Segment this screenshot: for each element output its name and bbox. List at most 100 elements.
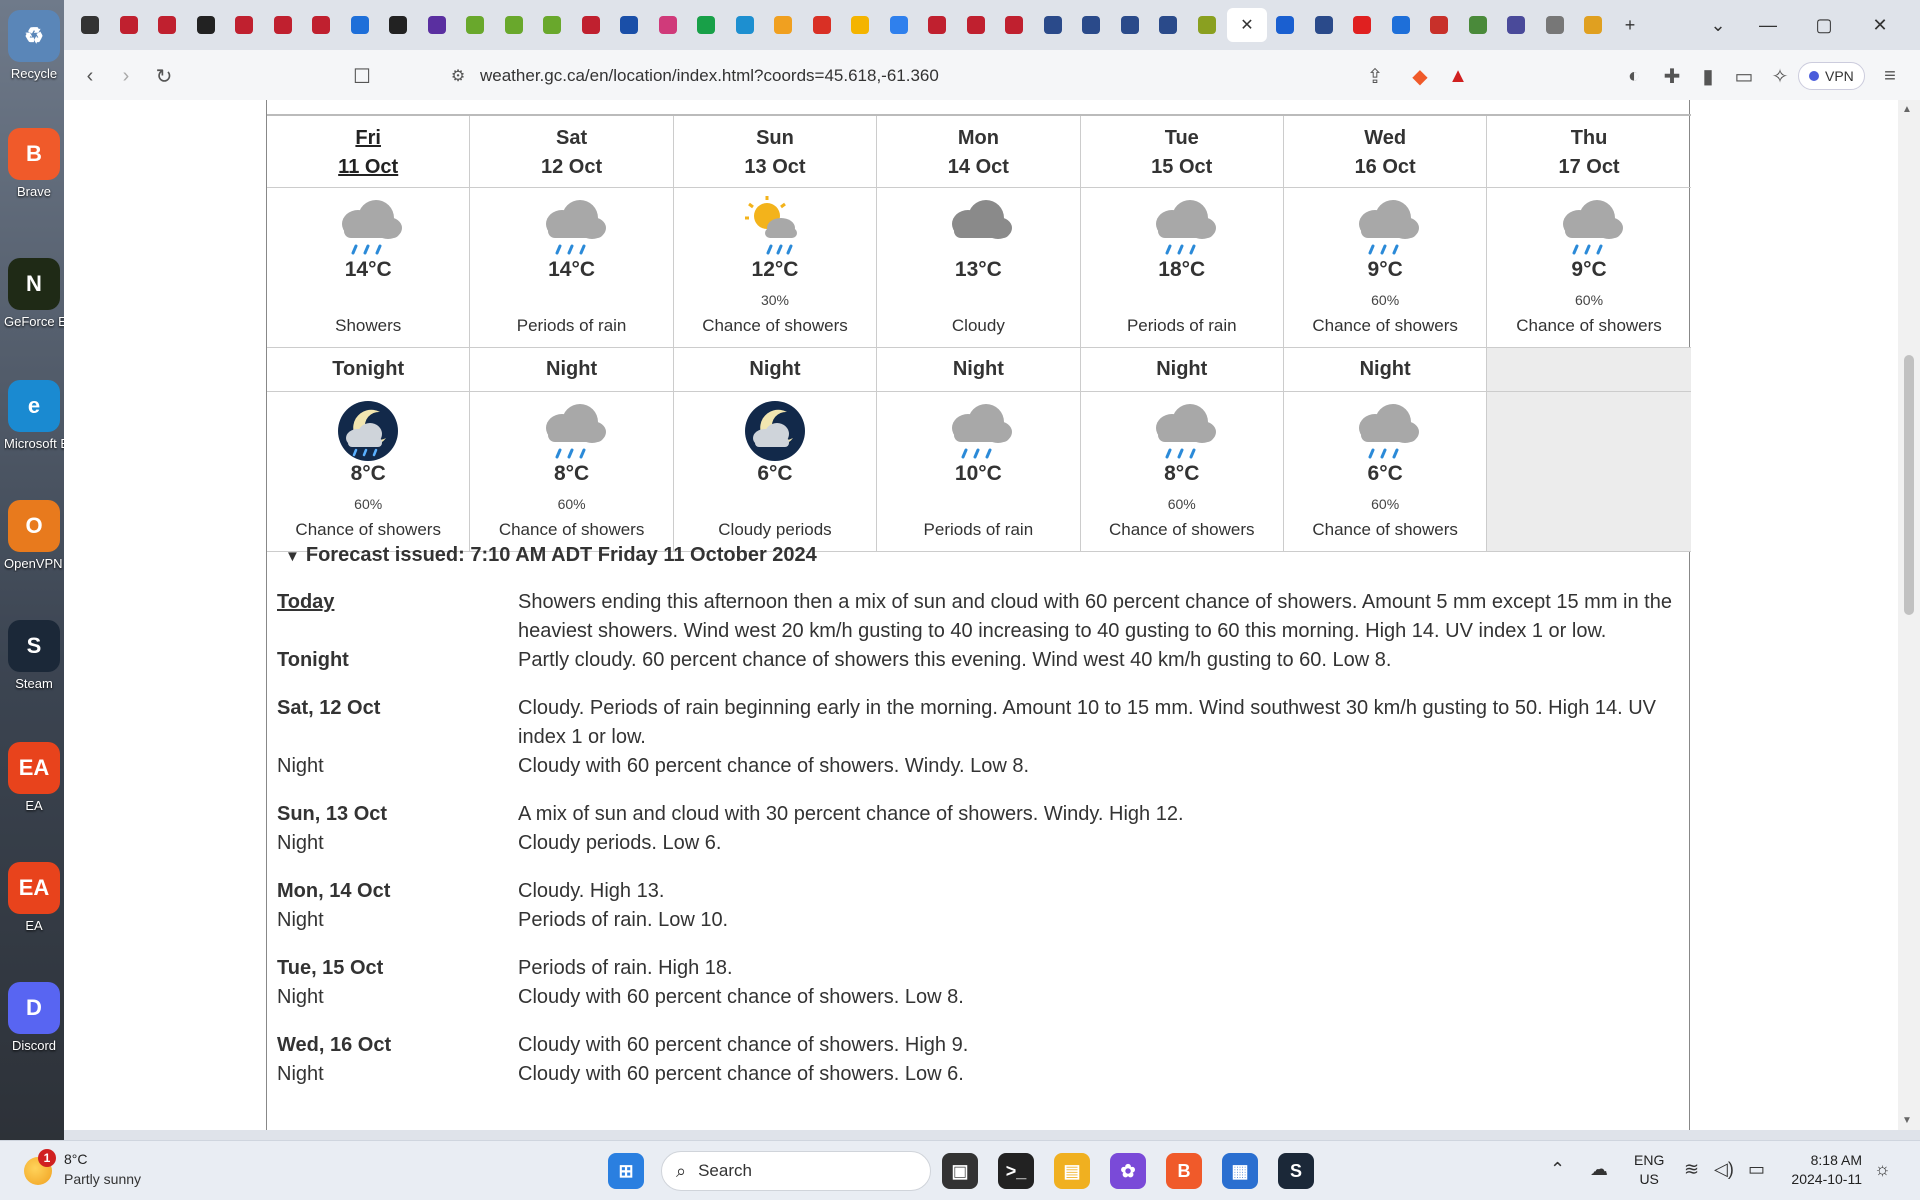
share-icon[interactable]: ⇪ [1361,62,1389,90]
leo-ai-icon[interactable]: ✧ [1766,62,1794,90]
browser-tab[interactable] [538,10,566,40]
tray-overflow-icon[interactable]: ⌃ [1550,1159,1565,1180]
forecast-issued-toggle[interactable]: ▼ Forecast issued: 7:10 AM ADT Friday 11 … [285,544,817,567]
tab-search-chevron-icon[interactable]: ⌄ [1698,10,1738,40]
vpn-button[interactable]: VPN [1798,62,1865,90]
active-tab[interactable]: ✕ [1227,8,1267,42]
close-window-button[interactable]: ✕ [1860,10,1900,40]
browser-tab[interactable] [577,10,605,40]
minimize-button[interactable]: — [1748,10,1788,40]
reload-button[interactable]: ↻ [150,62,178,90]
browser-tab[interactable] [269,10,297,40]
browser-tab[interactable] [692,10,720,40]
browser-tab[interactable] [192,10,220,40]
scroll-thumb[interactable] [1904,355,1914,615]
onedrive-icon[interactable]: ☁ [1590,1159,1608,1180]
desktop-icon[interactable]: e Microsoft Edge [4,380,64,452]
browser-tab[interactable] [1039,10,1067,40]
new-tab-button[interactable]: + [1610,10,1650,40]
browser-tab[interactable] [76,10,104,40]
browser-tab[interactable] [461,10,489,40]
page-scrollbar[interactable]: ▲ ▼ [1898,100,1920,1130]
browser-tab[interactable] [1464,10,1492,40]
browser-tab[interactable] [923,10,951,40]
address-bar[interactable]: ⚙ weather.gc.ca/en/location/index.html?c… [440,60,1560,92]
browser-tab[interactable] [115,10,143,40]
period-name: Night [277,755,324,777]
notepad-icon[interactable]: ▦ [1222,1153,1258,1189]
site-info-icon[interactable]: ⚙ [444,62,472,90]
desktop-icon[interactable]: D Discord [4,982,64,1054]
taskbar-weather-widget[interactable]: 1 8°C Partly sunny [24,1149,184,1193]
maximize-button[interactable]: ▢ [1804,10,1844,40]
browser-tab[interactable] [1271,10,1299,40]
browser-tab[interactable] [808,10,836,40]
close-tab-icon[interactable]: ✕ [1240,15,1253,35]
scroll-up-icon[interactable]: ▲ [1902,104,1912,115]
battery-icon[interactable]: ▭ [1748,1159,1765,1180]
system-clock[interactable]: 8:18 AM 2024-10-11 [1786,1151,1862,1189]
back-button[interactable]: ‹ [76,62,104,90]
forward-button[interactable]: › [112,62,140,90]
browser-tab[interactable] [885,10,913,40]
sidebar-icon[interactable]: ▮ [1694,62,1722,90]
desktop-icon[interactable]: B Brave [4,128,64,200]
desktop-icon[interactable]: S Steam [4,620,64,692]
browser-tab[interactable] [769,10,797,40]
desktop-icon[interactable]: N GeForce Experience [4,258,64,330]
volume-icon[interactable]: ◁) [1714,1159,1734,1180]
desktop-icon[interactable]: EA EA [4,862,64,934]
detail-period-row: Tue, 15 Oct Periods of rain. High 18. [277,954,1677,983]
task-view-icon[interactable]: ▣ [942,1153,978,1189]
browser-tab[interactable] [384,10,412,40]
today-link[interactable]: Today [277,588,518,646]
day-header-cell[interactable]: Fri 11 Oct [267,116,471,188]
notification-icon[interactable]: ☼ [1874,1159,1891,1180]
browser-tab[interactable] [1000,10,1028,40]
scroll-down-icon[interactable]: ▼ [1902,1115,1912,1126]
desktop-icon[interactable]: O OpenVPN GUI [4,500,64,572]
copilot-icon[interactable]: ✿ [1110,1153,1146,1189]
browser-tab[interactable] [962,10,990,40]
steam-taskbar-icon[interactable]: S [1278,1153,1314,1189]
brave-rewards-icon[interactable]: ▲ [1444,62,1472,90]
wallet-card-icon[interactable]: ▭ [1730,62,1758,90]
browser-tab[interactable] [1154,10,1182,40]
tab-favicon-icon [1584,16,1602,34]
browser-tab[interactable] [615,10,643,40]
browser-tab[interactable] [153,10,181,40]
desktop-icon[interactable]: ♻ Recycle [4,10,64,82]
start-button[interactable]: ⊞ [608,1153,644,1189]
extensions-icon[interactable]: ✚ [1658,62,1686,90]
browser-tab[interactable] [1579,10,1607,40]
browser-tab[interactable] [1502,10,1530,40]
bookmark-icon[interactable]: ☐ [348,62,376,90]
taskbar-search-box[interactable]: ⌕ Search [661,1151,931,1191]
browser-tab[interactable] [1387,10,1415,40]
browser-tab[interactable] [1348,10,1376,40]
menu-icon[interactable]: ≡ [1876,62,1904,90]
browser-tab[interactable] [1193,10,1221,40]
browser-tab[interactable] [731,10,759,40]
browser-tab[interactable] [346,10,374,40]
browser-tab[interactable] [1077,10,1105,40]
desktop-icon[interactable]: EA EA [4,742,64,814]
browser-tab[interactable] [423,10,451,40]
browser-tab[interactable] [1116,10,1144,40]
browser-tab[interactable] [846,10,874,40]
browser-tab[interactable] [1541,10,1569,40]
browser-tab[interactable] [654,10,682,40]
wallet-icon[interactable]: ◐ [1620,62,1648,90]
browser-tab[interactable] [500,10,528,40]
wifi-icon[interactable]: ≋ [1684,1159,1699,1180]
terminal-icon[interactable]: >_ [998,1153,1034,1189]
browser-tab[interactable] [230,10,258,40]
brave-shields-icon[interactable]: ◆ [1406,62,1434,90]
browser-tab[interactable] [1310,10,1338,40]
browser-tab[interactable] [307,10,335,40]
day-forecast-cell: 9°C 60% Chance of showers [1283,188,1488,348]
browser-tab[interactable] [1425,10,1453,40]
file-explorer-icon[interactable]: ▤ [1054,1153,1090,1189]
language-indicator[interactable]: ENG US [1634,1151,1664,1189]
brave-taskbar-icon[interactable]: B [1166,1153,1202,1189]
